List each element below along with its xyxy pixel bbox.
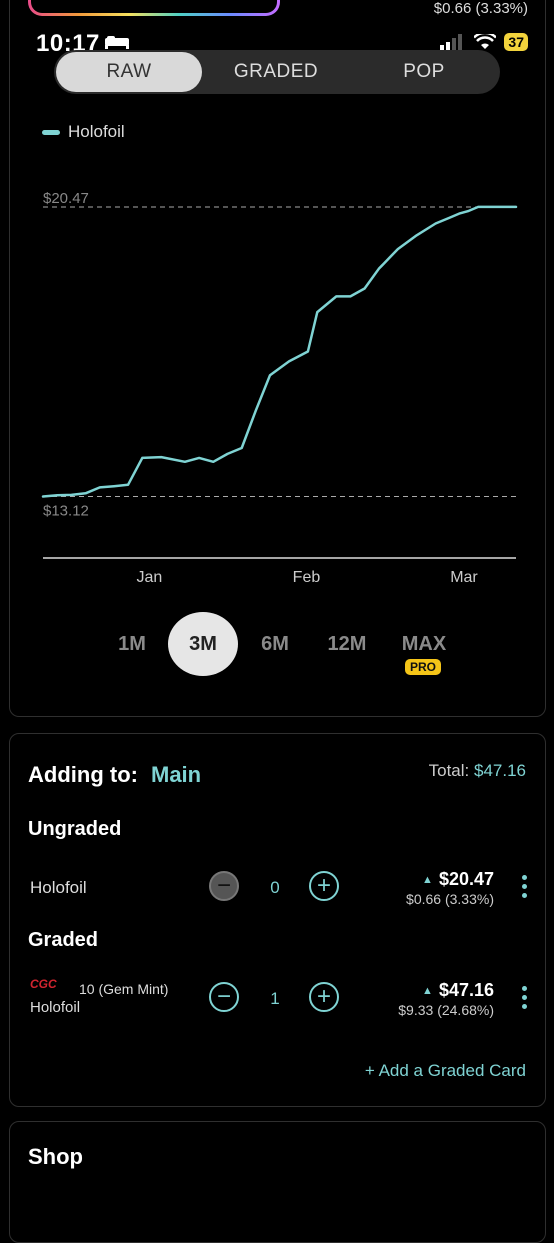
ungraded-quantity: 0	[270, 878, 280, 897]
graded-price: ▲ $47.16	[422, 980, 494, 1001]
range-6m[interactable]: 6M	[240, 612, 310, 676]
legend-swatch	[42, 129, 60, 135]
x-tick-label: Mar	[450, 569, 478, 586]
x-tick-label: Feb	[293, 569, 321, 586]
shop-card	[9, 1121, 546, 1243]
max-price-label: $20.47	[43, 190, 89, 207]
range-3m[interactable]: 3M	[168, 612, 238, 676]
tab-raw[interactable]: RAW	[56, 52, 202, 92]
ungraded-price-change: $0.66 (3.33%)	[406, 891, 494, 907]
graded-price-value: $47.16	[438, 980, 494, 1000]
price-up-icon: ▲	[422, 985, 433, 997]
chart-legend: Holofoil	[42, 122, 125, 142]
add-graded-card-link[interactable]: + Add a Graded Card	[365, 1061, 526, 1081]
graded-price-change: $9.33 (24.68%)	[398, 1002, 494, 1018]
graded-grade-label: 10 (Gem Mint)	[79, 981, 169, 997]
cgc-logo: CGC	[30, 977, 57, 991]
x-tick-label: Jan	[137, 569, 163, 586]
price-line-chart[interactable]: $20.47 $13.12 Jan Feb Mar	[0, 180, 554, 600]
total-value: $47.16	[474, 761, 526, 780]
range-1m[interactable]: 1M	[97, 612, 167, 676]
collection-selector[interactable]: Main	[151, 762, 201, 788]
price-up-icon: ▲	[422, 874, 433, 886]
total-label: Total:	[428, 761, 470, 780]
graded-more-icon[interactable]	[519, 986, 529, 1009]
ungraded-variant-label: Holofoil	[30, 878, 87, 897]
graded-increment-button[interactable]: +	[309, 982, 339, 1012]
ungraded-title: Ungraded	[28, 818, 122, 840]
tab-graded[interactable]: GRADED	[202, 50, 350, 94]
graded-quantity: 1	[270, 989, 280, 1008]
ungraded-price-value: $20.47	[438, 869, 494, 889]
series-line-holofoil	[41, 205, 518, 498]
ungraded-decrement-button[interactable]: −	[209, 871, 239, 901]
legend-label: Holofoil	[68, 122, 125, 141]
ungraded-price: ▲ $20.47	[422, 869, 494, 890]
collection-total: Total: $47.16	[429, 761, 526, 781]
pro-badge: PRO	[405, 659, 442, 675]
adding-to-label: Adding to:	[28, 762, 138, 787]
range-12m[interactable]: 12M	[312, 612, 382, 676]
min-price-label: $13.12	[43, 502, 89, 519]
graded-variant-label: Holofoil	[30, 999, 81, 1016]
shop-title: Shop	[28, 1144, 83, 1169]
collection-card	[9, 733, 546, 1107]
graded-title: Graded	[28, 929, 99, 951]
ungraded-more-icon[interactable]	[519, 875, 529, 898]
tab-pop[interactable]: POP	[350, 50, 498, 94]
condition-tabs: RAW GRADED POP	[54, 50, 500, 94]
ungraded-increment-button[interactable]: +	[309, 871, 339, 901]
graded-decrement-button[interactable]: −	[209, 982, 239, 1012]
